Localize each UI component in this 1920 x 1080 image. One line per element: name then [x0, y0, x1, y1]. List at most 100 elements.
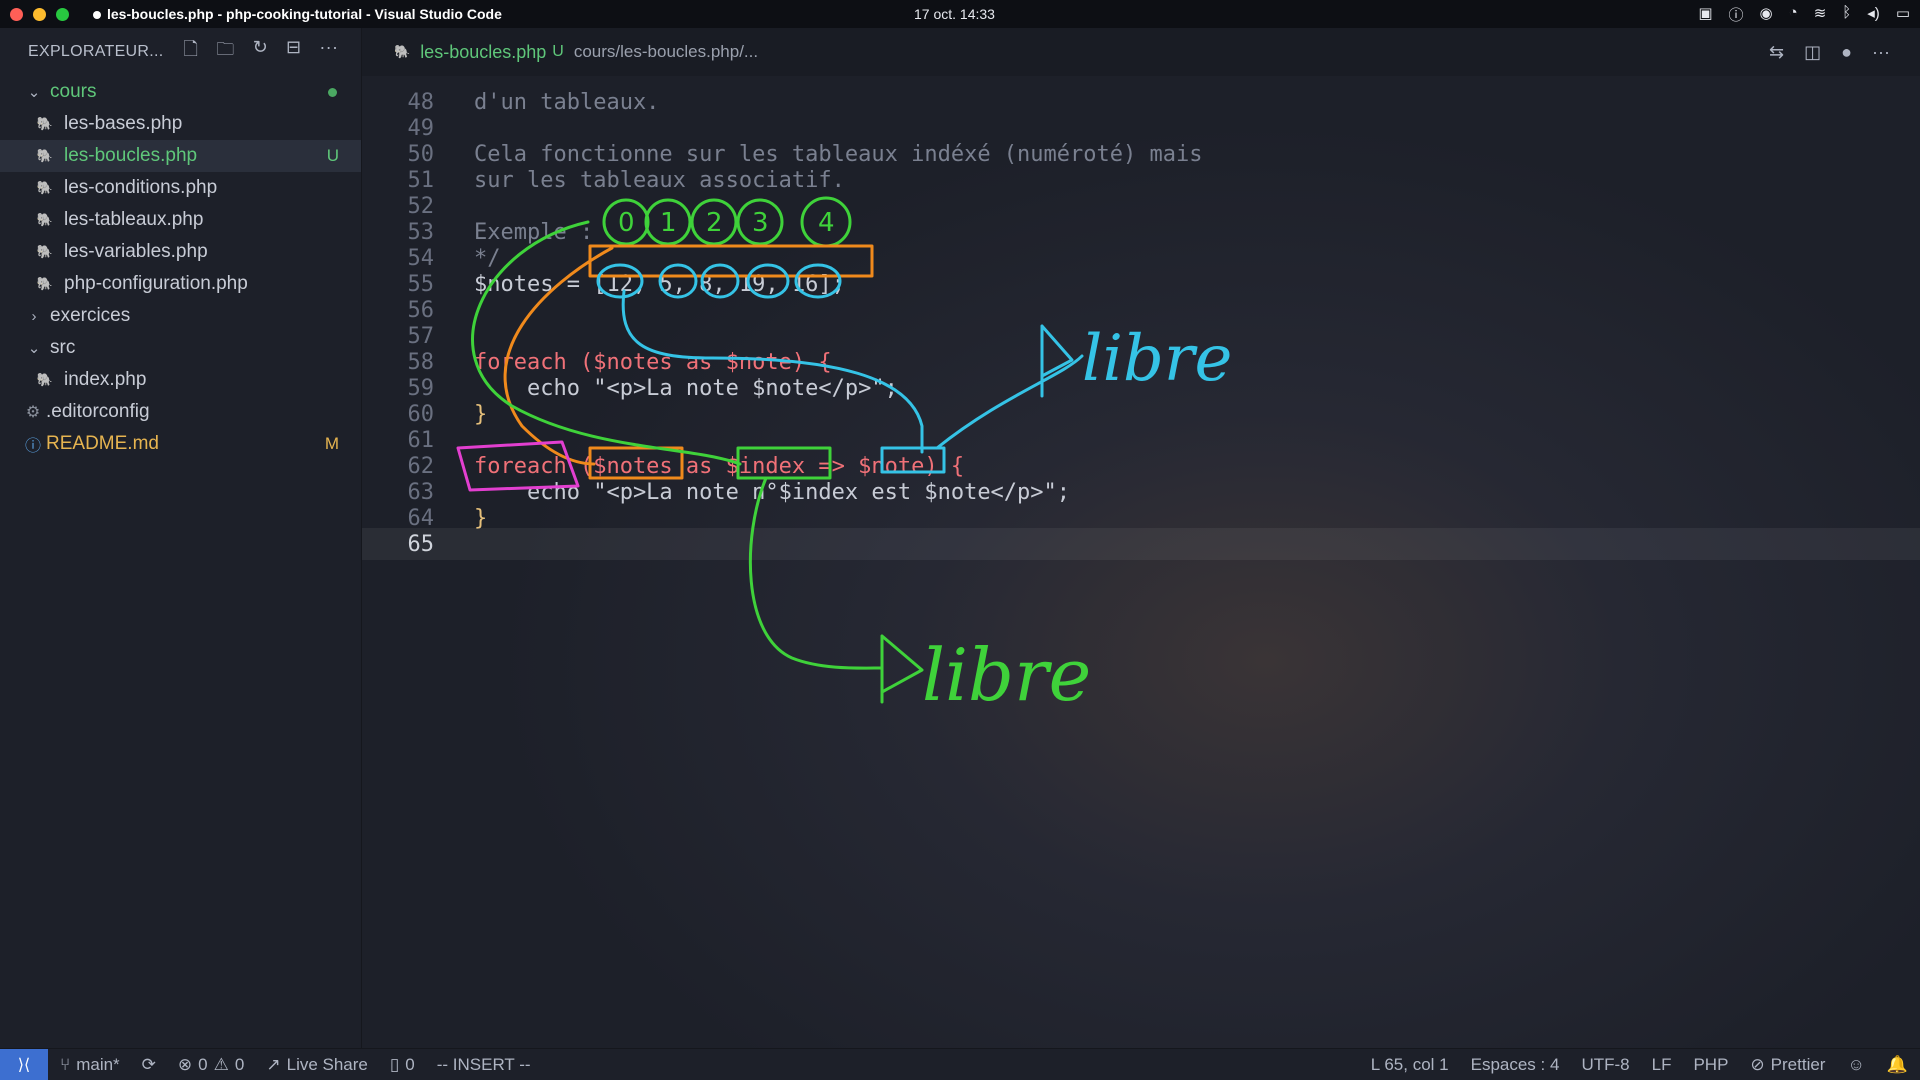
- notifications-icon[interactable]: 🔔: [1887, 1055, 1908, 1075]
- new-folder-icon[interactable]: 🗀: [216, 37, 234, 67]
- green-arrow-head: [880, 634, 924, 704]
- status-left: ⑂ main* ⟳ ⊗ 0 ⚠ 0 ↗ Live Share ▯ 0 -- IN…: [60, 1055, 531, 1075]
- unsaved-dot-icon: [93, 11, 101, 19]
- file-les-conditions[interactable]: 🐘 les-conditions.php: [0, 172, 361, 204]
- record-icon[interactable]: ◉: [1760, 4, 1773, 25]
- info-icon[interactable]: ⓘ: [1729, 4, 1744, 25]
- window-title: les-boucles.php - php-cooking-tutorial -…: [93, 6, 502, 22]
- php-file-icon: 🐘: [36, 372, 54, 387]
- folder-label: exercices: [50, 305, 131, 326]
- file-les-bases[interactable]: 🐘 les-bases.php: [0, 108, 361, 140]
- code-text: sur les tableaux associatif.: [474, 167, 845, 193]
- collapse-all-icon[interactable]: ⊟: [286, 37, 301, 67]
- warning-icon: ⚠: [213, 1054, 229, 1074]
- menubar-clock[interactable]: 17 oct. 14:33: [914, 6, 995, 22]
- file-label: README.md: [46, 433, 159, 454]
- chevron-down-icon: ⌄: [27, 340, 41, 357]
- volume-icon[interactable]: ◂): [1867, 4, 1880, 25]
- liveshare-button[interactable]: ↗ Live Share: [266, 1055, 368, 1075]
- branch-indicator[interactable]: ⑂ main*: [60, 1055, 120, 1075]
- file-php-configuration[interactable]: 🐘 php-configuration.php: [0, 268, 361, 300]
- feedback-icon[interactable]: ☺: [1847, 1055, 1864, 1075]
- explorer-actions: 🗋 🗀 ↻ ⊟ ···: [184, 37, 339, 67]
- encoding[interactable]: UTF-8: [1581, 1055, 1629, 1075]
- language-mode[interactable]: PHP: [1693, 1055, 1728, 1075]
- vim-mode: -- INSERT --: [436, 1054, 531, 1074]
- file-label: les-boucles.php: [64, 145, 198, 166]
- tab-les-boucles[interactable]: les-boucles.php: [420, 42, 546, 63]
- new-file-icon[interactable]: 🗋: [184, 37, 199, 67]
- bluetooth-icon[interactable]: ᛒ: [1842, 4, 1851, 25]
- liveshare-label: Live Share: [286, 1054, 368, 1074]
- code-text: $notes = [12, 5, 8, 19, 16];: [474, 271, 845, 297]
- code-area[interactable]: 48 d'un tableaux. 49 50 Cela fonctionne …: [362, 76, 1920, 1048]
- gear-icon: ⚙: [25, 404, 41, 421]
- zoom-window-button[interactable]: [56, 7, 69, 21]
- editor-actions: ⇆ ◫ ● ···: [1769, 42, 1890, 63]
- php-file-icon: 🐘: [394, 44, 411, 59]
- folder-label: src: [50, 337, 76, 358]
- explorer-sidebar: EXPLORATEUR... 🗋 🗀 ↻ ⊟ ··· ⌄ cours 🐘 les…: [0, 28, 362, 1048]
- file-les-tableaux[interactable]: 🐘 les-tableaux.php: [0, 204, 361, 236]
- refresh-icon[interactable]: ↻: [253, 37, 268, 67]
- prettier-indicator[interactable]: ⊘ Prettier: [1750, 1055, 1825, 1075]
- file-label: php-configuration.php: [64, 273, 248, 294]
- code-text: foreach ($notes as $index => $note) {: [474, 453, 965, 479]
- cursor-position[interactable]: L 65, col 1: [1371, 1055, 1449, 1075]
- line-number: 49: [407, 115, 435, 141]
- file-les-boucles[interactable]: 🐘 les-boucles.php U: [0, 140, 361, 172]
- error-icon: ⊗: [177, 1054, 193, 1074]
- file-label: les-tableaux.php: [64, 209, 204, 230]
- ports-count: 0: [405, 1054, 415, 1074]
- folder-cours[interactable]: ⌄ cours: [0, 76, 361, 108]
- more-icon[interactable]: ···: [319, 37, 338, 67]
- line-number: 51: [407, 167, 435, 193]
- problems-indicator[interactable]: ⊗ 0 ⚠ 0: [178, 1055, 244, 1075]
- line-number: 56: [407, 297, 435, 323]
- close-window-button[interactable]: [10, 7, 23, 21]
- remote-button[interactable]: ⟩⟨: [0, 1048, 48, 1080]
- zoom-icon[interactable]: ▣: [1698, 4, 1712, 25]
- info-icon: ⓘ: [24, 438, 41, 455]
- line-number: 57: [407, 323, 435, 349]
- line-number: 63: [407, 479, 435, 505]
- indentation[interactable]: Espaces : 4: [1471, 1055, 1560, 1075]
- remote-icon: ⟩⟨: [17, 1056, 31, 1074]
- prettier-label: Prettier: [1770, 1054, 1826, 1074]
- breadcrumb[interactable]: cours/les-boucles.php/...: [574, 42, 758, 62]
- explorer-header: EXPLORATEUR... 🗋 🗀 ↻ ⊟ ···: [0, 28, 361, 76]
- php-file-icon: 🐘: [36, 244, 54, 259]
- code-text: echo "<p>La note n°$index est $note</p>"…: [474, 479, 1071, 505]
- folder-exercices[interactable]: › exercices: [0, 300, 361, 332]
- wifi-icon[interactable]: ≋: [1814, 4, 1827, 25]
- minimize-window-button[interactable]: [33, 7, 46, 21]
- line-number: 64: [407, 505, 435, 531]
- file-index[interactable]: 🐘 index.php: [0, 364, 361, 396]
- code-text: */: [474, 245, 501, 271]
- line-number: 50: [407, 141, 435, 167]
- file-les-variables[interactable]: 🐘 les-variables.php: [0, 236, 361, 268]
- folder-src[interactable]: ⌄ src: [0, 332, 361, 364]
- code-text: Exemple :: [474, 219, 594, 245]
- battery-icon[interactable]: ▭: [1896, 4, 1910, 25]
- ports-indicator[interactable]: ▯ 0: [390, 1055, 415, 1075]
- split-editor-icon[interactable]: ◫: [1804, 42, 1821, 63]
- php-file-icon: 🐘: [36, 212, 54, 227]
- file-tree: ⌄ cours 🐘 les-bases.php 🐘 les-boucles.ph…: [0, 76, 361, 460]
- vscode-screen: les-boucles.php - php-cooking-tutorial -…: [0, 0, 1920, 1080]
- more-icon[interactable]: ···: [1872, 42, 1890, 63]
- code-text: foreach ($notes as $note) {: [474, 349, 832, 375]
- sync-button[interactable]: ⟳: [142, 1055, 156, 1075]
- line-number: 59: [407, 375, 435, 401]
- database-icon: ▯: [389, 1054, 400, 1074]
- line-ending[interactable]: LF: [1652, 1055, 1672, 1075]
- php-file-icon: 🐘: [36, 180, 54, 195]
- chevron-down-icon: ⌄: [27, 84, 41, 101]
- timer-icon[interactable]: ◔: [1789, 4, 1798, 25]
- file-editorconfig[interactable]: ⚙ .editorconfig: [0, 396, 361, 428]
- line-number: 65: [407, 531, 435, 557]
- file-readme[interactable]: ⓘ README.md M: [0, 428, 361, 460]
- git-status-badge: M: [324, 434, 339, 453]
- unsaved-dot-icon[interactable]: ●: [1841, 42, 1852, 63]
- compare-icon[interactable]: ⇆: [1769, 42, 1784, 63]
